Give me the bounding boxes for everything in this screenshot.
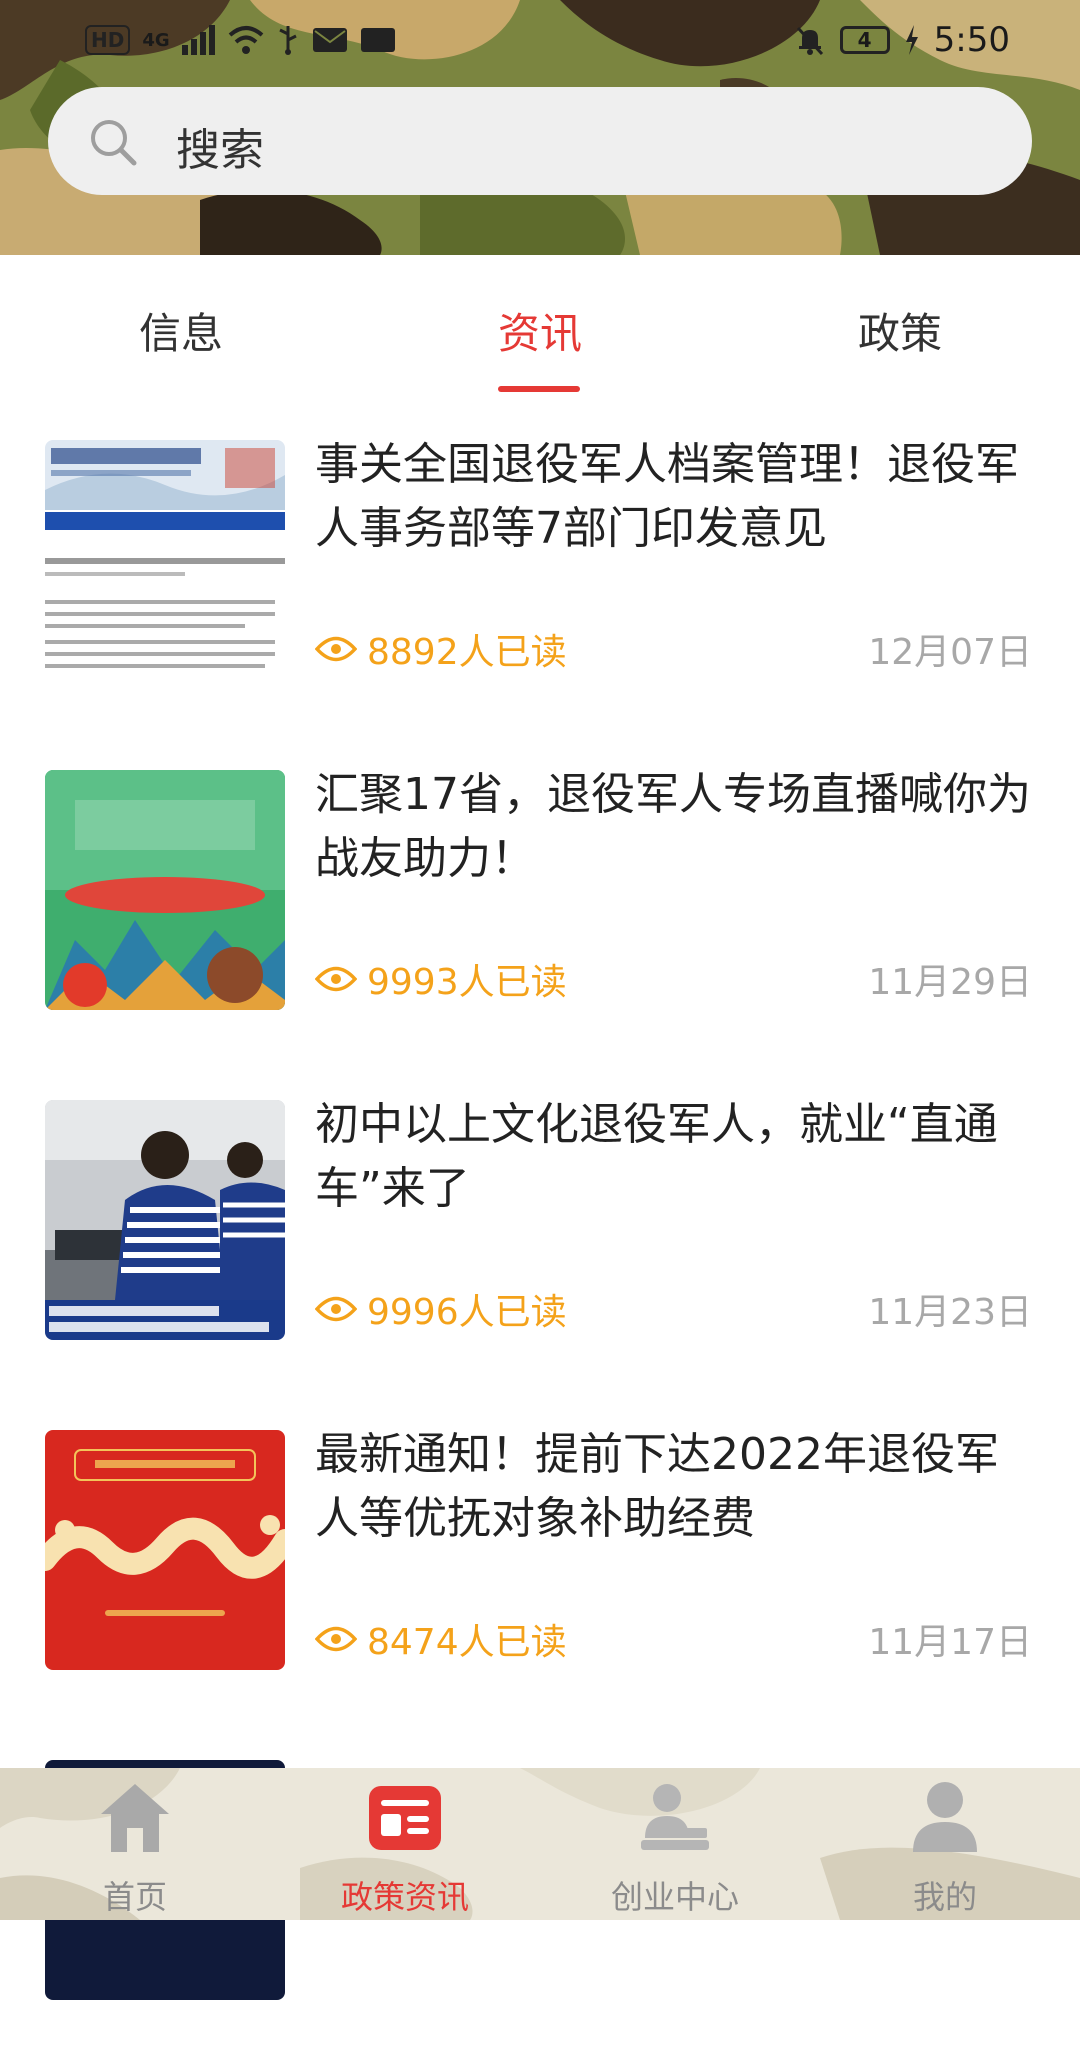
status-bar: HD 4G 4 5:50 xyxy=(0,0,1080,84)
search-bar[interactable]: 搜索 xyxy=(48,87,1032,195)
read-count-text: 8474人已读 xyxy=(367,1622,567,1663)
nav-mine-label: 我的 xyxy=(912,1878,977,1916)
nav-business-label: 创业中心 xyxy=(610,1878,739,1916)
search-input[interactable]: 搜索 xyxy=(176,114,264,178)
news-title: 最新通知！提前下达2022年退役军人等优抚对象补助经费 xyxy=(315,1429,999,1544)
read-count: 8474人已读 xyxy=(315,1613,567,1665)
header-banner: HD 4G 4 5:50 搜索 xyxy=(0,0,1080,255)
eye-icon xyxy=(315,966,357,992)
home-icon xyxy=(101,1784,169,1852)
tab-info[interactable]: 信息 xyxy=(139,300,223,361)
bell-off-icon xyxy=(796,26,823,56)
news-thumbnail xyxy=(45,770,285,1010)
business-icon xyxy=(641,1784,709,1850)
wifi-icon xyxy=(228,26,263,54)
nav-business[interactable]: 创业中心 xyxy=(575,1780,775,1920)
signal-icon xyxy=(181,25,215,55)
tab-policy[interactable]: 政策 xyxy=(858,300,942,361)
charging-icon xyxy=(905,25,918,55)
battery-icon: 4 xyxy=(839,26,890,54)
hd-icon: HD xyxy=(85,25,131,55)
nav-home-label: 首页 xyxy=(102,1878,167,1916)
user-icon xyxy=(913,1782,977,1852)
read-count: 8892人已读 xyxy=(315,623,567,675)
news-icon xyxy=(369,1786,441,1850)
status-right-icons: 4 5:50 xyxy=(794,20,1010,60)
news-date: 11月17日 xyxy=(868,1622,1032,1663)
status-left-icons: HD 4G xyxy=(85,24,396,56)
news-thumbnail xyxy=(45,440,285,680)
read-count-text: 9993人已读 xyxy=(367,962,567,1003)
news-thumbnail xyxy=(45,1430,285,1670)
active-tab-indicator xyxy=(498,386,580,392)
read-count-text: 8892人已读 xyxy=(367,632,567,673)
read-count-text: 9996人已读 xyxy=(367,1292,567,1333)
news-thumbnail xyxy=(45,1100,285,1340)
nav-home[interactable]: 首页 xyxy=(35,1780,235,1920)
read-count: 9993人已读 xyxy=(315,953,567,1005)
bottom-navigation: 首页 政策资讯 创业中心 我的 xyxy=(0,1768,1080,1920)
news-title: 初中以上文化退役军人，就业“直通车”来了 xyxy=(315,1099,998,1214)
news-date: 11月23日 xyxy=(868,1292,1032,1333)
news-date: 12月07日 xyxy=(868,632,1032,673)
nav-mine[interactable]: 我的 xyxy=(845,1780,1045,1920)
news-item[interactable]: 汇聚17省，退役军人专场直播喊你为战友助力！ 9993人已读 11月29日 xyxy=(0,725,1080,1055)
clock: 5:50 xyxy=(933,20,1010,60)
search-icon xyxy=(91,120,137,166)
eye-icon xyxy=(315,1626,357,1652)
news-title: 汇聚17省，退役军人专场直播喊你为战友助力！ xyxy=(315,769,1031,884)
read-count: 9996人已读 xyxy=(315,1283,567,1335)
network-type-icon: 4G xyxy=(142,29,170,51)
nav-policy-news[interactable]: 政策资讯 xyxy=(305,1780,505,1920)
mail-icon xyxy=(312,28,347,52)
news-item[interactable]: 最新通知！提前下达2022年退役军人等优抚对象补助经费 8474人已读 11月1… xyxy=(0,1385,1080,1715)
eye-icon xyxy=(315,636,357,662)
nfc-icon xyxy=(360,28,395,52)
news-item[interactable]: 事关全国退役军人档案管理！退役军人事务部等7部门印发意见 8892人已读 12月… xyxy=(0,395,1080,725)
news-title: 事关全国退役军人档案管理！退役军人事务部等7部门印发意见 xyxy=(315,439,1019,554)
news-date: 11月29日 xyxy=(868,962,1032,1003)
usb-icon xyxy=(278,26,297,55)
news-item[interactable]: 初中以上文化退役军人，就业“直通车”来了 9996人已读 11月23日 xyxy=(0,1055,1080,1385)
nav-policy-news-label: 政策资讯 xyxy=(340,1878,469,1916)
eye-icon xyxy=(315,1296,357,1322)
tab-bar: 信息 资讯 政策 xyxy=(0,255,1080,395)
tab-news[interactable]: 资讯 xyxy=(498,300,582,361)
